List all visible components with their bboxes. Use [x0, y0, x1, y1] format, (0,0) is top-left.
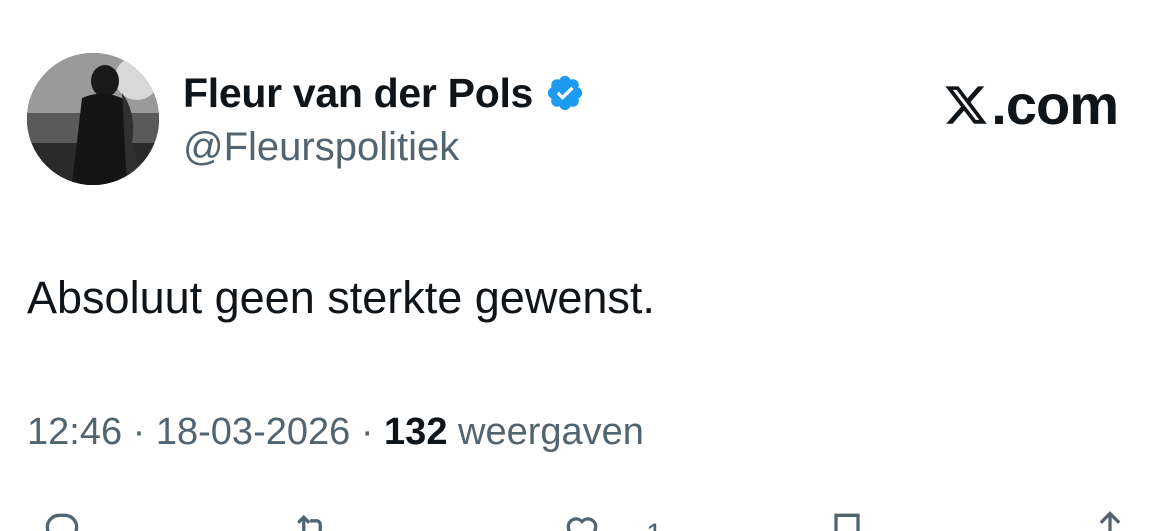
tweet-text: Absoluut geen sterkte gewenst.: [27, 272, 655, 323]
reply-button[interactable]: [40, 508, 84, 531]
avatar-photo: [27, 53, 159, 185]
like-count: 1: [646, 518, 663, 531]
share-button[interactable]: [1088, 508, 1132, 531]
tweet-time[interactable]: 12:46: [27, 411, 122, 453]
avatar[interactable]: [27, 53, 159, 185]
repost-icon: [297, 514, 322, 531]
bookmark-button[interactable]: [825, 508, 869, 531]
share-icon: [1099, 511, 1121, 531]
meta-separator: ·: [132, 411, 146, 453]
x-logo-icon: [943, 82, 989, 128]
brand-watermark: .com: [943, 73, 1119, 136]
author-name-row[interactable]: Fleur van der Pols: [183, 68, 585, 118]
tweet-date[interactable]: 18-03-2026: [156, 411, 350, 453]
views-label: weergaven: [458, 411, 644, 453]
bookmark-icon: [834, 513, 860, 531]
brand-domain: .com: [991, 73, 1119, 136]
reply-icon: [45, 513, 79, 531]
verified-badge-icon: [545, 73, 585, 113]
meta-separator: ·: [360, 411, 374, 453]
repost-button[interactable]: [290, 508, 334, 531]
views-count: 132: [384, 411, 448, 453]
author-handle[interactable]: @Fleurspolitiek: [183, 122, 459, 172]
like-button[interactable]: 1: [560, 508, 663, 531]
like-icon: [566, 517, 598, 531]
action-bar: 1: [0, 500, 1170, 531]
tweet-meta: 12:46 · 18-03-2026 · 132 weergaven: [27, 404, 644, 460]
author-name[interactable]: Fleur van der Pols: [183, 68, 533, 118]
